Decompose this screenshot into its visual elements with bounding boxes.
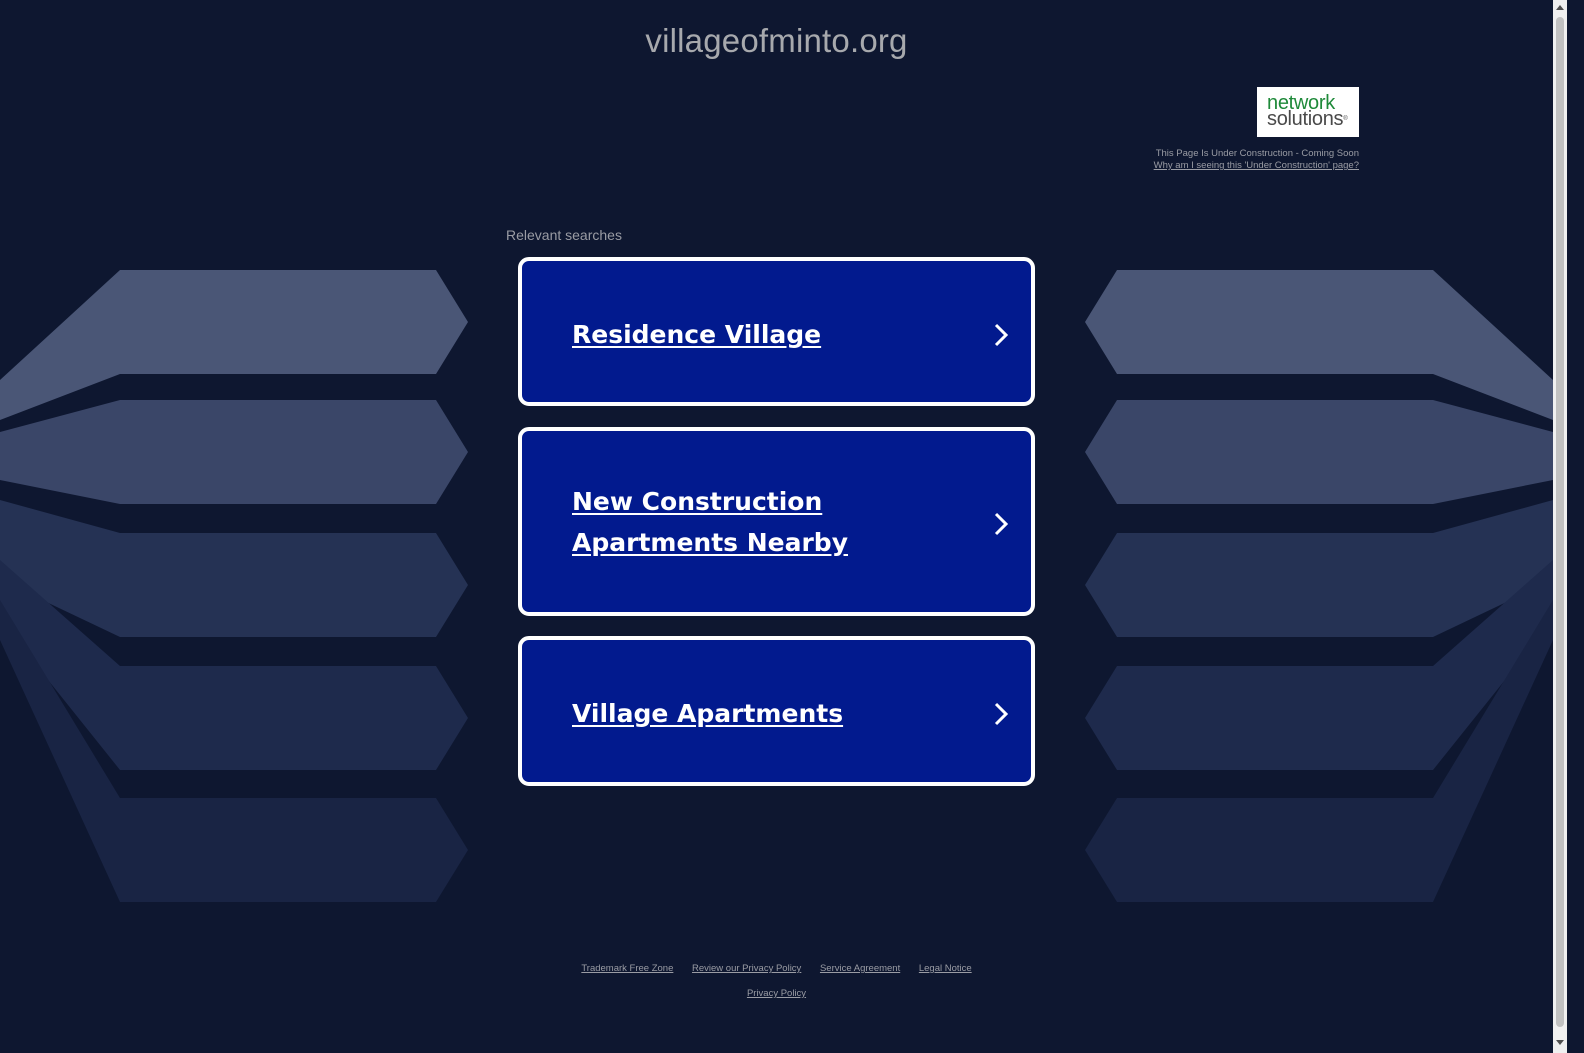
network-solutions-logo[interactable]: network solutions® bbox=[1257, 87, 1359, 137]
page: villageofminto.org network solutions® Th… bbox=[0, 0, 1567, 1053]
relevant-searches-heading: Relevant searches bbox=[506, 227, 622, 243]
under-construction-status: This Page Is Under Construction - Coming… bbox=[1155, 148, 1359, 159]
logo-line-2-text: solutions bbox=[1267, 108, 1344, 130]
scroll-up-icon[interactable] bbox=[1556, 5, 1564, 10]
review-privacy-policy-link[interactable]: Review our Privacy Policy bbox=[692, 963, 801, 974]
domain-title: villageofminto.org bbox=[645, 22, 908, 59]
search-card-residence-village[interactable]: Residence Village bbox=[518, 257, 1035, 406]
chevron-right-icon bbox=[994, 323, 1009, 347]
search-card-label[interactable]: New Construction Apartments Nearby bbox=[572, 481, 982, 563]
vertical-scrollbar[interactable] bbox=[1553, 0, 1567, 1053]
chevron-right-icon bbox=[994, 702, 1009, 726]
privacy-policy-link[interactable]: Privacy Policy bbox=[747, 988, 806, 999]
search-card-village-apartments[interactable]: Village Apartments bbox=[518, 636, 1035, 786]
service-agreement-link[interactable]: Service Agreement bbox=[820, 963, 900, 974]
scroll-down-icon[interactable] bbox=[1556, 1040, 1564, 1045]
footer-links: Trademark Free Zone Review our Privacy P… bbox=[0, 963, 1553, 974]
under-construction-notice: This Page Is Under Construction - Coming… bbox=[1154, 148, 1359, 172]
footer-privacy: Privacy Policy bbox=[0, 988, 1553, 999]
scrollbar-thumb[interactable] bbox=[1556, 17, 1564, 1027]
search-card-label[interactable]: Residence Village bbox=[572, 314, 982, 355]
legal-notice-link[interactable]: Legal Notice bbox=[919, 963, 972, 974]
trademark-free-zone-link[interactable]: Trademark Free Zone bbox=[581, 963, 673, 974]
registered-mark: ® bbox=[1343, 116, 1348, 122]
chevron-right-icon bbox=[994, 512, 1009, 536]
why-under-construction-link[interactable]: Why am I seeing this 'Under Construction… bbox=[1154, 160, 1359, 171]
search-card-new-construction-apartments-nearby[interactable]: New Construction Apartments Nearby bbox=[518, 427, 1035, 616]
search-card-label[interactable]: Village Apartments bbox=[572, 693, 982, 734]
logo-line-2: solutions® bbox=[1267, 108, 1359, 130]
